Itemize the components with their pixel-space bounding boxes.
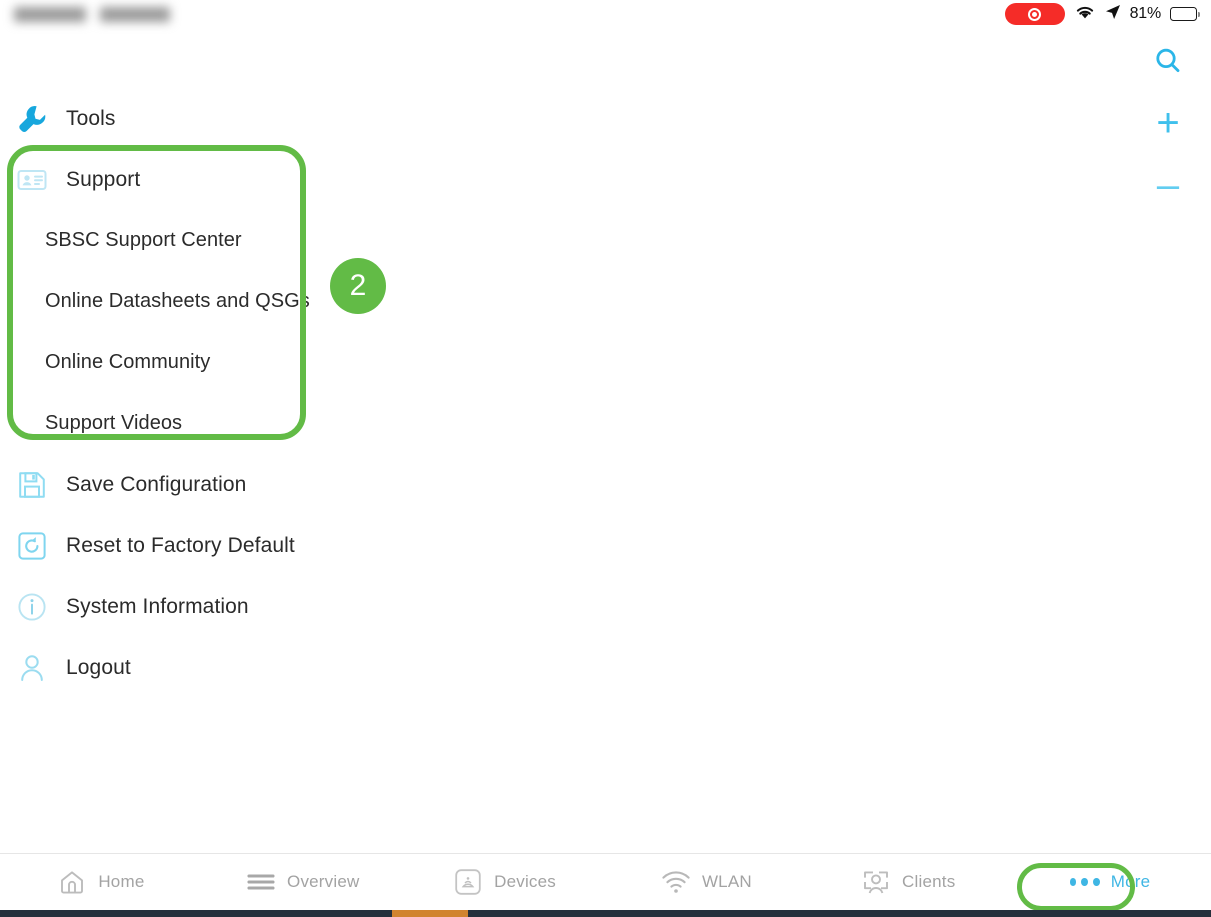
menu-item-system-information[interactable]: System Information (0, 576, 700, 637)
submenu-item-online-community[interactable]: Online Community (0, 332, 700, 393)
hamburger-icon (246, 867, 276, 897)
system-bottom-bar (0, 910, 1211, 917)
minus-glyph: – (1156, 163, 1180, 207)
menu-item-label: Logout (66, 655, 131, 679)
contact-card-icon (14, 162, 50, 198)
tab-wlan[interactable]: WLAN (605, 854, 807, 911)
status-bar: 81% (0, 0, 1211, 28)
tab-devices[interactable]: Devices (404, 854, 606, 911)
more-menu-list: Tools Support SBSC Support Center Online… (0, 88, 700, 698)
tab-label: Overview (287, 872, 360, 891)
record-ring-icon (1028, 7, 1042, 21)
menu-item-label: Tools (66, 106, 116, 130)
wifi-icon (1074, 4, 1096, 25)
wifi-icon (661, 867, 691, 897)
redacted-time (100, 6, 170, 22)
menu-item-tools[interactable]: Tools (0, 88, 700, 149)
submenu-item-label: Online Community (45, 351, 211, 373)
system-bar-orange-segment (392, 910, 468, 917)
bottom-tab-bar: Home Overview Devices WLAN Clients More (0, 853, 1211, 910)
carrier-redacted (14, 6, 170, 22)
menu-item-logout[interactable]: Logout (0, 637, 700, 698)
menu-item-label: Support (66, 167, 141, 191)
menu-item-save-configuration[interactable]: Save Configuration (0, 454, 700, 515)
wrench-icon (14, 101, 50, 137)
tab-label: WLAN (701, 872, 752, 891)
reset-arrow-icon (14, 528, 50, 564)
tab-label: Home (98, 872, 145, 891)
battery-icon (1170, 7, 1200, 21)
three-dots-icon (1069, 867, 1100, 897)
menu-item-reset-to-factory-default[interactable]: Reset to Factory Default (0, 515, 700, 576)
right-action-bar: + – (1133, 30, 1203, 216)
tab-label: Clients (902, 872, 956, 891)
submenu-item-label: Support Videos (45, 412, 183, 434)
submenu-item-support-videos[interactable]: Support Videos (0, 393, 700, 454)
tab-overview[interactable]: Overview (202, 854, 404, 911)
plus-glyph: + (1156, 101, 1180, 145)
recording-indicator (1004, 3, 1065, 25)
step-badge-2-label: 2 (349, 269, 367, 302)
device-stack-icon (453, 867, 483, 897)
client-person-icon (861, 867, 891, 897)
menu-item-label: Save Configuration (66, 472, 247, 496)
app-screen: 81% + – Tools Support SBSC Support Cente… (0, 0, 1211, 917)
step-badge-2: 2 (330, 258, 386, 314)
house-icon (57, 867, 87, 897)
menu-item-support[interactable]: Support (0, 149, 700, 210)
tab-clients[interactable]: Clients (807, 854, 1009, 911)
search-icon[interactable] (1138, 30, 1198, 92)
tab-label: Devices (494, 872, 556, 891)
status-indicators: 81% (1004, 3, 1200, 25)
person-icon (14, 650, 50, 686)
menu-item-label: Reset to Factory Default (66, 533, 295, 557)
battery-percent: 81% (1129, 5, 1162, 22)
submenu-item-label: SBSC Support Center (45, 229, 242, 251)
redacted-carrier (14, 6, 86, 22)
record-dot-icon (1032, 11, 1038, 17)
tab-label: More (1110, 872, 1151, 891)
info-circle-icon (14, 589, 50, 625)
plus-icon[interactable]: + (1138, 92, 1198, 154)
menu-item-label: System Information (66, 594, 249, 618)
tab-home[interactable]: Home (0, 854, 202, 911)
minus-icon[interactable]: – (1138, 154, 1198, 216)
tab-more[interactable]: More (1009, 854, 1211, 911)
floppy-disk-icon (14, 467, 50, 503)
location-arrow-icon (1105, 4, 1121, 25)
submenu-item-label: Online Datasheets and QSGs (45, 290, 310, 312)
